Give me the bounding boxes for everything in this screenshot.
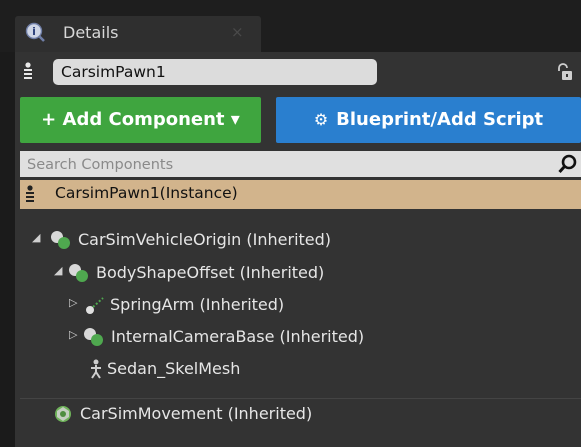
tree-item-sedan-skel-mesh[interactable]: Sedan_SkelMesh	[69, 357, 569, 383]
search-input[interactable]	[20, 151, 559, 179]
instance-row[interactable]: CarsimPawn1(Instance)	[20, 180, 581, 209]
tree-item-body-shape-offset[interactable]: ◢ BodyShapeOffset (Inherited)	[54, 261, 574, 287]
skeletal-mesh-icon	[91, 359, 101, 379]
expand-arrow-icon[interactable]: ▷	[69, 328, 77, 341]
actor-icon	[26, 185, 34, 202]
blueprint-button-label: Blueprint/Add Script	[336, 109, 544, 130]
details-body: CarsimPawn1 + Add Component ▾ ⚙ Blueprint…	[15, 52, 581, 447]
search-bar	[20, 151, 581, 179]
actor-icon	[24, 62, 32, 79]
movement-component-icon	[55, 406, 71, 422]
tree-item-label: InternalCameraBase (Inherited)	[111, 327, 365, 346]
tree-item-carsim-vehicle-origin[interactable]: ◢ CarSimVehicleOrigin (Inherited)	[32, 228, 572, 254]
spring-arm-icon	[86, 297, 104, 314]
tab-details[interactable]: i Details ×	[15, 16, 261, 52]
tree-item-internal-camera-base[interactable]: ▷ InternalCameraBase (Inherited)	[69, 325, 569, 351]
lock-icon[interactable]	[556, 63, 572, 81]
scene-component-icon	[69, 264, 88, 282]
details-panel: i Details × CarsimPawn1 + Add Component …	[0, 0, 581, 447]
expand-arrow-icon[interactable]: ◢	[54, 264, 62, 277]
instance-label: CarsimPawn1(Instance)	[55, 184, 238, 202]
add-component-button[interactable]: + Add Component ▾	[20, 97, 261, 143]
actor-name-row: CarsimPawn1	[15, 52, 581, 92]
tree-item-label: CarSimMovement (Inherited)	[80, 404, 313, 423]
blueprint-add-script-button[interactable]: ⚙ Blueprint/Add Script	[276, 97, 581, 143]
tree-item-carsim-movement[interactable]: CarSimMovement (Inherited)	[52, 402, 572, 428]
tree-item-label: SpringArm (Inherited)	[110, 295, 285, 314]
expand-arrow-icon[interactable]: ◢	[32, 231, 40, 244]
expand-arrow-icon[interactable]: ▷	[69, 296, 77, 309]
scene-component-icon	[51, 231, 70, 249]
scene-component-icon	[84, 328, 103, 346]
svg-text:i: i	[32, 25, 36, 38]
close-icon[interactable]: ×	[231, 23, 244, 41]
actor-name-field[interactable]: CarsimPawn1	[53, 59, 377, 85]
tree-item-spring-arm[interactable]: ▷ SpringArm (Inherited)	[69, 293, 569, 319]
tree-item-label: Sedan_SkelMesh	[107, 359, 241, 378]
details-icon: i	[25, 22, 45, 42]
gear-icon: ⚙	[313, 110, 329, 129]
search-icon[interactable]	[558, 154, 578, 174]
tab-bar: i Details ×	[0, 0, 581, 52]
divider	[20, 398, 581, 399]
tree-item-label: BodyShapeOffset (Inherited)	[96, 263, 325, 282]
tree-item-label: CarSimVehicleOrigin (Inherited)	[78, 230, 332, 249]
tab-title: Details	[63, 23, 119, 42]
